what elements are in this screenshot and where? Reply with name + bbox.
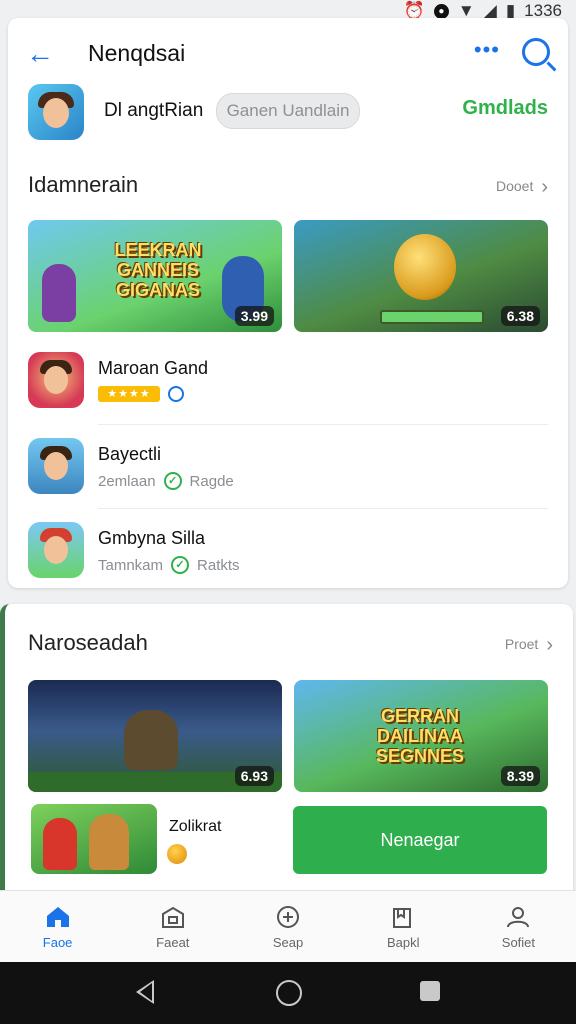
check-circle-icon: ✓ (163, 472, 182, 490)
price-badge: 3.99 (234, 306, 274, 326)
bottom-navigation: Faoe Faeat Seap Bapkl Sofiet (0, 890, 576, 963)
verified-icon (168, 386, 184, 402)
star-rating: ★★★★ (98, 386, 160, 402)
section-more-link[interactable]: Dooet › (496, 176, 548, 199)
book-icon (393, 908, 412, 928)
app-meta: Tamnkam ✓ Ratkts (98, 556, 240, 574)
check-circle-icon: ✓ (171, 556, 190, 574)
divider (98, 508, 548, 509)
developer-pill-button[interactable]: Ganen Uandlain (216, 93, 360, 129)
page-title: Nenqdsai (88, 40, 186, 66)
section-more-link[interactable]: Proet › (505, 634, 553, 657)
app-meta: 2emlaan ✓ Ragde (98, 472, 234, 490)
app-list-item[interactable]: Maroan Gand ★★★★ (28, 348, 556, 412)
home-icon (46, 907, 69, 927)
game-banner[interactable]: 6.93 (28, 680, 282, 792)
app-list-item[interactable]: Gmbyna Silla Tamnkam ✓ Ratkts (28, 518, 556, 582)
search-icon[interactable] (522, 38, 550, 66)
store-icon (161, 906, 184, 928)
developer-name: Dl angtRian (104, 100, 204, 121)
top-app-bar: ← Nenqdsai ••• (8, 34, 568, 86)
install-button[interactable]: Nenaegar (293, 806, 547, 874)
banner-title: GERRAN DAILINAA SEGNNES (375, 706, 465, 766)
developer-row: Dl angtRian Ganen Uandlain Gmdlads (28, 84, 558, 140)
developer-avatar (28, 84, 84, 140)
banner-title: LEEKRAN GANNEIS GIGANAS (114, 240, 202, 300)
app-name: Gmbyna Silla (98, 528, 206, 548)
promo-app-icon[interactable] (31, 804, 157, 874)
price-badge: 8.39 (500, 766, 540, 786)
follow-link[interactable]: Gmdlads (462, 97, 548, 120)
section-card: Naroseadah Proet › 6.93 GERRAN DAILINAA S… (0, 604, 573, 894)
more-options-icon[interactable]: ••• (474, 37, 500, 63)
progress-bar (380, 310, 484, 324)
app-meta: ★★★★ (98, 386, 184, 402)
app-name: Maroan Gand (98, 358, 209, 378)
section-title: Idamnerain (28, 172, 139, 197)
chevron-right-icon: › (541, 176, 548, 198)
game-banner[interactable]: GERRAN DAILINAA SEGNNES 8.39 (294, 680, 548, 792)
developer-card: ← Nenqdsai ••• Dl angtRian Ganen Uandlai… (8, 18, 568, 588)
nav-item-profile[interactable]: Sofiet (461, 891, 576, 963)
chevron-right-icon: › (546, 634, 553, 656)
game-banner[interactable]: 6.38 (294, 220, 548, 332)
nav-item-home[interactable]: Faoe (0, 891, 115, 963)
section-title: Naroseadah (28, 630, 148, 655)
app-icon (28, 438, 84, 494)
coin-icon (167, 844, 187, 864)
app-icon (28, 352, 84, 408)
promo-app-name: Zolikrat (169, 818, 222, 835)
app-icon (28, 522, 84, 578)
nav-item-store[interactable]: Faeat (115, 891, 230, 963)
price-badge: 6.93 (234, 766, 274, 786)
price-badge: 6.38 (500, 306, 540, 326)
divider (98, 424, 548, 425)
notification-icon: ● (433, 3, 449, 19)
nav-item-games[interactable]: Seap (230, 891, 345, 963)
person-icon (507, 907, 530, 928)
nav-item-books[interactable]: Bapkl (346, 891, 461, 963)
game-banner[interactable]: LEEKRAN GANNEIS GIGANAS 3.99 (28, 220, 282, 332)
system-home-icon[interactable] (276, 980, 302, 1006)
app-name: Bayectli (98, 444, 162, 464)
gamepad-icon (277, 906, 299, 928)
system-navigation-bar (0, 962, 576, 1024)
app-list-item[interactable]: Bayectli 2emlaan ✓ Ragde (28, 434, 556, 498)
system-back-icon[interactable] (136, 980, 154, 1004)
back-arrow-icon[interactable]: ← (26, 38, 54, 70)
system-recents-icon[interactable] (420, 981, 440, 1001)
